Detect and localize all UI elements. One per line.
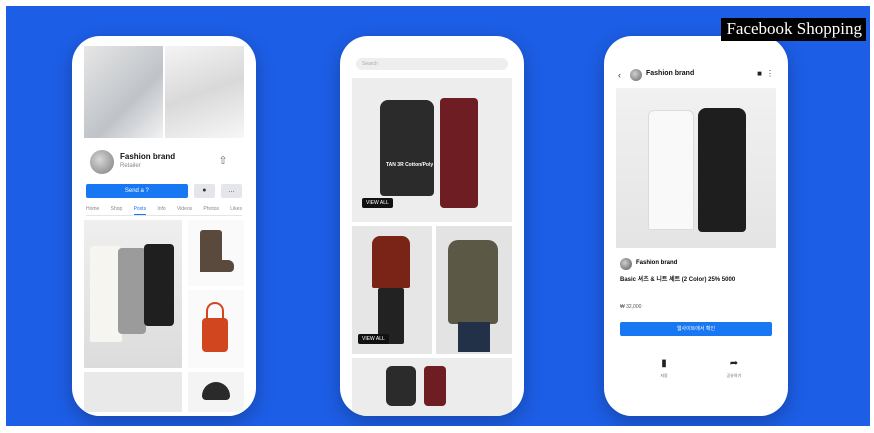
view-tag[interactable]: VIEW ALL [358, 334, 389, 344]
brand-subtitle: Retailer [120, 163, 141, 169]
product-tile[interactable] [84, 372, 182, 412]
avatar[interactable] [620, 258, 632, 270]
tab-posts[interactable]: Posts [133, 204, 147, 215]
hat-image [202, 382, 230, 400]
product-grid [84, 220, 244, 416]
view-on-website-button[interactable]: 웹사이트에서 확인 [620, 322, 772, 336]
product-tile-bag[interactable] [188, 290, 244, 368]
shirt-image [648, 110, 694, 230]
share-icon[interactable]: ⇧ [216, 154, 230, 168]
save-label: 저장 [660, 373, 668, 378]
product-tile-hat[interactable] [188, 372, 244, 412]
sweater-image [372, 236, 410, 288]
cart-icon[interactable]: ■ [757, 69, 762, 78]
more-button[interactable]: … [220, 184, 243, 198]
pants-image [440, 98, 478, 208]
feed-tile[interactable] [352, 358, 512, 416]
view-tag[interactable]: VIEW ALL [362, 198, 393, 208]
top-bar: ‹ Fashion brand ■ ⋮ [618, 68, 774, 82]
feed-tile-vest[interactable] [436, 226, 512, 354]
jacket-image [380, 100, 434, 196]
product-image[interactable] [616, 88, 776, 248]
jacket-image [386, 366, 416, 406]
phone-screen: Fashion brand Retailer ⇧ Send a ? ● … Ho… [84, 46, 244, 416]
tab-likes[interactable]: Likes [230, 204, 242, 215]
phone-screen: Search TAN 3R Cotton/Poly VIEW ALL VIEW … [352, 46, 512, 416]
caption-label: Facebook Shopping [721, 18, 866, 41]
brand-name[interactable]: Fashion brand [120, 152, 175, 161]
coat-image [118, 248, 146, 334]
header-title: Fashion brand [646, 70, 695, 77]
more-icon: … [227, 187, 235, 194]
cover-photo [84, 46, 244, 138]
brand-name[interactable]: Fashion brand [636, 260, 677, 266]
save-action[interactable]: ▮ 저장 [644, 358, 684, 379]
thumb-icon: ● [202, 187, 207, 194]
share-action[interactable]: ➦ 공유하기 [714, 358, 754, 379]
pants-image [424, 366, 446, 406]
like-button[interactable]: ● [193, 184, 215, 198]
product-price: ₩ 32,000 [620, 304, 642, 310]
cover-image-left [84, 46, 163, 138]
share-label: 공유하기 [726, 373, 742, 378]
cover-image-right [165, 46, 244, 138]
tab-videos[interactable]: Videos [177, 204, 192, 215]
coat-image [144, 244, 174, 326]
feed-tile-sweater[interactable]: VIEW ALL [352, 226, 432, 354]
save-icon: ▮ [661, 358, 667, 369]
back-icon[interactable]: ‹ [618, 68, 621, 82]
collection-label: TAN 3R Cotton/Poly [386, 162, 434, 168]
avatar[interactable] [90, 150, 114, 174]
phone-shop-feed: Search TAN 3R Cotton/Poly VIEW ALL VIEW … [340, 36, 524, 416]
tab-home[interactable]: Home [86, 204, 99, 215]
tab-photos[interactable]: Photos [203, 204, 219, 215]
jeans-image [458, 322, 490, 352]
tab-info[interactable]: Info [157, 204, 165, 215]
knit-image [698, 108, 746, 232]
vest-image [448, 240, 498, 324]
page-tabs: Home Shop Posts Info Videos Photos Likes [86, 204, 242, 216]
feed-main-image[interactable]: TAN 3R Cotton/Poly VIEW ALL [352, 78, 512, 222]
boot-image [200, 260, 234, 272]
product-tile-coats[interactable] [84, 220, 182, 368]
tab-shop[interactable]: Shop [111, 204, 123, 215]
product-brand: Fashion brand [620, 258, 772, 270]
phone-screen: ‹ Fashion brand ■ ⋮ Fashion brand Basic … [616, 46, 776, 416]
phone-product-detail: ‹ Fashion brand ■ ⋮ Fashion brand Basic … [604, 36, 788, 416]
brand-header: Fashion brand Retailer ⇧ [90, 150, 238, 180]
search-input[interactable]: Search [356, 58, 508, 70]
stage-background: Facebook Shopping Fashion brand Retailer… [6, 6, 870, 426]
avatar[interactable] [630, 69, 642, 81]
product-actions: ▮ 저장 ➦ 공유하기 [616, 358, 776, 398]
message-button[interactable]: Send a ? [86, 184, 188, 198]
more-icon[interactable]: ⋮ [766, 69, 774, 78]
bag-image [202, 318, 228, 352]
product-title: Basic 셔츠 & 니트 세트 (2 Color) 25% 5000 [620, 277, 736, 283]
action-buttons: Send a ? ● … [86, 184, 243, 198]
phone-brand-page: Fashion brand Retailer ⇧ Send a ? ● … Ho… [72, 36, 256, 416]
product-tile-boot[interactable] [188, 220, 244, 286]
share-icon: ➦ [729, 358, 739, 369]
